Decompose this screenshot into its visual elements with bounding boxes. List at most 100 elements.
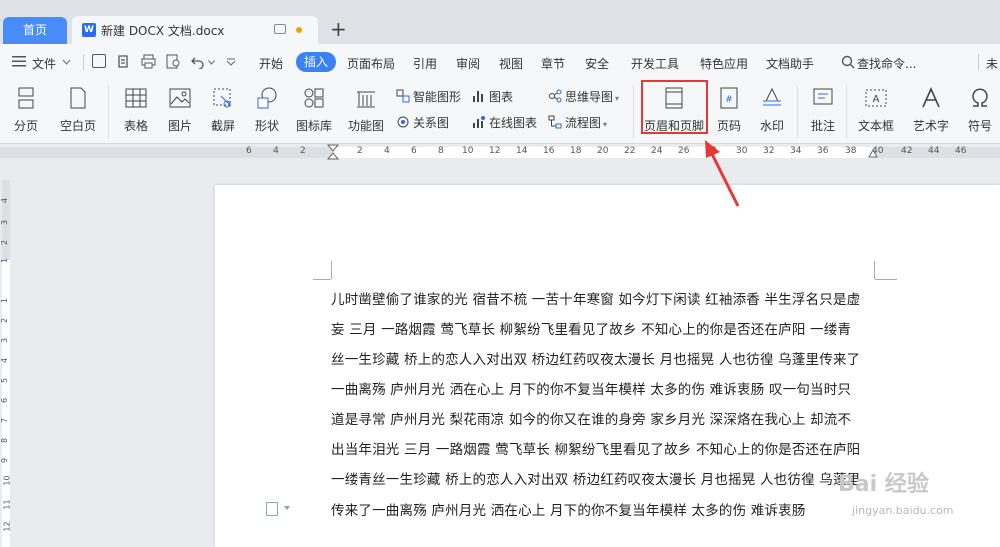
ruler-tick: 14 [516, 146, 528, 156]
ruler-tick: 2 [357, 146, 363, 156]
customize-quickbar-icon[interactable] [226, 56, 236, 66]
blank-page-icon [70, 87, 86, 109]
paragraph-line[interactable]: 出当年泪光 三月 一路烟霞 莺飞草长 柳絮纷飞里看见了故乡 不知心上的你是否还在… [331, 438, 860, 458]
flowchart-label: 流程图 [565, 116, 602, 130]
monitor-icon[interactable] [274, 24, 286, 34]
tab-document[interactable]: W 新建 DOCX 文档.docx [72, 16, 318, 44]
blank-page-button[interactable]: 空白页 [53, 86, 103, 134]
vertical-ruler[interactable]: 4 3 2 1 1 2 3 4 5 6 7 8 9 10 11 12 [0, 160, 12, 547]
export-pdf-icon[interactable] [116, 54, 130, 69]
omega-symbol-icon [972, 88, 988, 107]
right-indent-marker-icon[interactable] [868, 146, 878, 158]
watermark-icon [763, 87, 781, 106]
mind-map-dropdown-icon[interactable]: ▾ [615, 94, 619, 103]
comment-button[interactable]: 批注 [805, 86, 841, 134]
paragraph-layout-icon[interactable] [266, 502, 278, 516]
page-break-button[interactable]: 分页 [8, 86, 44, 134]
horizontal-ruler[interactable]: 6 4 2 2 4 6 8 10 12 14 16 18 20 22 24 26… [0, 144, 1000, 160]
paragraph-line[interactable]: 一缕青丝一生珍藏 桥上的恋人入对出双 桥边红药叹夜太漫长 月也摇晃 人也彷徨 乌… [331, 468, 860, 488]
online-chart-button[interactable]: 在线图表 [472, 114, 537, 131]
flowchart-dropdown-icon[interactable]: ▾ [603, 120, 607, 129]
flowchart-icon [548, 115, 562, 129]
ruler-tick: 10 [462, 146, 474, 156]
online-chart-label: 在线图表 [489, 116, 538, 130]
menu-insert[interactable]: 插入 [296, 52, 336, 72]
table-button[interactable]: 表格 [118, 86, 154, 134]
margin-corner [313, 279, 331, 280]
picture-button[interactable]: 图片 [162, 86, 198, 134]
ribbon-divider [846, 86, 847, 138]
wordart-label: 艺术字 [912, 119, 949, 133]
paragraph-line[interactable]: 一曲离殇 庐州月光 洒在心上 月下的你不复当年模样 太多的伤 难诉衷肠 叹一句当… [331, 378, 851, 398]
margin-corner [874, 261, 875, 279]
symbol-button[interactable]: 符号 [962, 86, 998, 134]
ruler-tick: 6 [411, 146, 417, 156]
new-tab-button[interactable]: + [330, 17, 347, 41]
chart-button[interactable]: 图表 [472, 88, 513, 105]
page-number-button[interactable]: # 页码 [711, 86, 747, 134]
relation-chart-icon [397, 116, 409, 128]
save-icon[interactable] [92, 54, 106, 68]
undo-icon[interactable] [190, 55, 206, 69]
textbox-button[interactable]: A 文本框 [853, 86, 899, 134]
mind-map-button[interactable]: 思维导图 ▾ [548, 88, 619, 105]
ruler-tick: 26 [678, 146, 690, 156]
chart-label: 图表 [489, 90, 514, 104]
menu-section[interactable]: 章节 [541, 55, 565, 72]
ruler-tick: 12 [489, 146, 501, 156]
undo-dropdown-icon[interactable] [208, 60, 215, 65]
flowchart-button[interactable]: 流程图 ▾ [548, 114, 607, 131]
wordart-button[interactable]: 艺术字 [906, 86, 956, 134]
menu-view[interactable]: 视图 [499, 55, 523, 72]
icon-library-button[interactable]: 图标库 [294, 86, 334, 134]
comment-label: 批注 [810, 119, 835, 133]
function-chart-button[interactable]: 功能图 [342, 86, 390, 134]
word-doc-icon: W [82, 23, 96, 37]
hamburger-icon[interactable] [12, 55, 26, 67]
menu-developer[interactable]: 开发工具 [631, 55, 679, 72]
menu-doc-assistant[interactable]: 文档助手 [766, 55, 814, 72]
menu-page-layout[interactable]: 页面布局 [347, 55, 395, 72]
vruler-tick: 1 [0, 257, 10, 264]
menu-bar: 文件 开始 插入 页面布局 引用 审阅 视图 章节 安全 开发工具 特色应用 文… [0, 44, 1000, 80]
menu-overflow[interactable]: 未 [986, 55, 998, 72]
paragraph-layout-dropdown-icon[interactable] [284, 506, 290, 510]
ruler-tick: 16 [543, 146, 555, 156]
menu-start[interactable]: 开始 [259, 55, 283, 72]
page-number-label: 页码 [716, 119, 741, 133]
menu-review[interactable]: 审阅 [456, 55, 480, 72]
bar-chart-icon [473, 91, 483, 102]
chevron-down-icon[interactable] [62, 59, 71, 65]
unsaved-dot-icon [296, 27, 302, 33]
shape-button[interactable]: 形状 [249, 86, 285, 134]
search-command[interactable]: 查找命令... [857, 55, 916, 72]
paragraph-line[interactable]: 传来了一曲离殇 庐州月光 洒在心上 月下的你不复当年模样 太多的伤 难诉衷肠 [331, 499, 806, 519]
relation-chart-button[interactable]: 关系图 [396, 114, 449, 131]
search-icon[interactable] [841, 55, 855, 69]
menu-references[interactable]: 引用 [413, 55, 437, 72]
red-arrow-annotation [705, 140, 740, 207]
divider [978, 54, 979, 70]
file-menu[interactable]: 文件 [32, 55, 56, 72]
function-chart-icon [357, 91, 375, 108]
page-break-icon [18, 87, 34, 109]
paragraph-line[interactable]: 妄 三月 一路烟霞 莺飞草长 柳絮纷飞里看见了故乡 不知心上的你是否还在庐阳 一… [331, 318, 851, 338]
paragraph-line[interactable]: 道是寻常 庐州月光 梨花雨凉 如今的你又在谁的身旁 家乡月光 深深烙在我心上 却… [331, 408, 851, 428]
ruler-tick: 2 [300, 146, 306, 156]
screenshot-button[interactable]: 截屏 [205, 86, 241, 134]
ribbon-divider [108, 86, 109, 138]
symbol-label: 符号 [967, 119, 992, 133]
paragraph-line[interactable]: 儿时凿壁偷了谁家的光 宿昔不梳 一苦十年寒窗 如今灯下闲读 红袖添香 半生浮名只… [331, 288, 860, 308]
watermark-button[interactable]: 水印 [754, 86, 790, 134]
menu-special-apps[interactable]: 特色应用 [700, 55, 748, 72]
indent-marker-icon[interactable] [327, 144, 339, 160]
tab-home[interactable]: 首页 [3, 17, 67, 44]
ribbon-divider [797, 86, 798, 138]
mind-map-label: 思维导图 [565, 90, 614, 104]
print-icon[interactable] [141, 54, 156, 69]
print-preview-icon[interactable] [166, 54, 181, 69]
paragraph-line[interactable]: 丝一生珍藏 桥上的恋人入对出双 桥边红药叹夜太漫长 月也摇晃 人也彷徨 乌蓬里传… [331, 348, 860, 368]
menu-security[interactable]: 安全 [585, 55, 609, 72]
blank-page-label: 空白页 [59, 119, 96, 133]
smart-graphic-button[interactable]: 智能图形 [396, 88, 461, 105]
